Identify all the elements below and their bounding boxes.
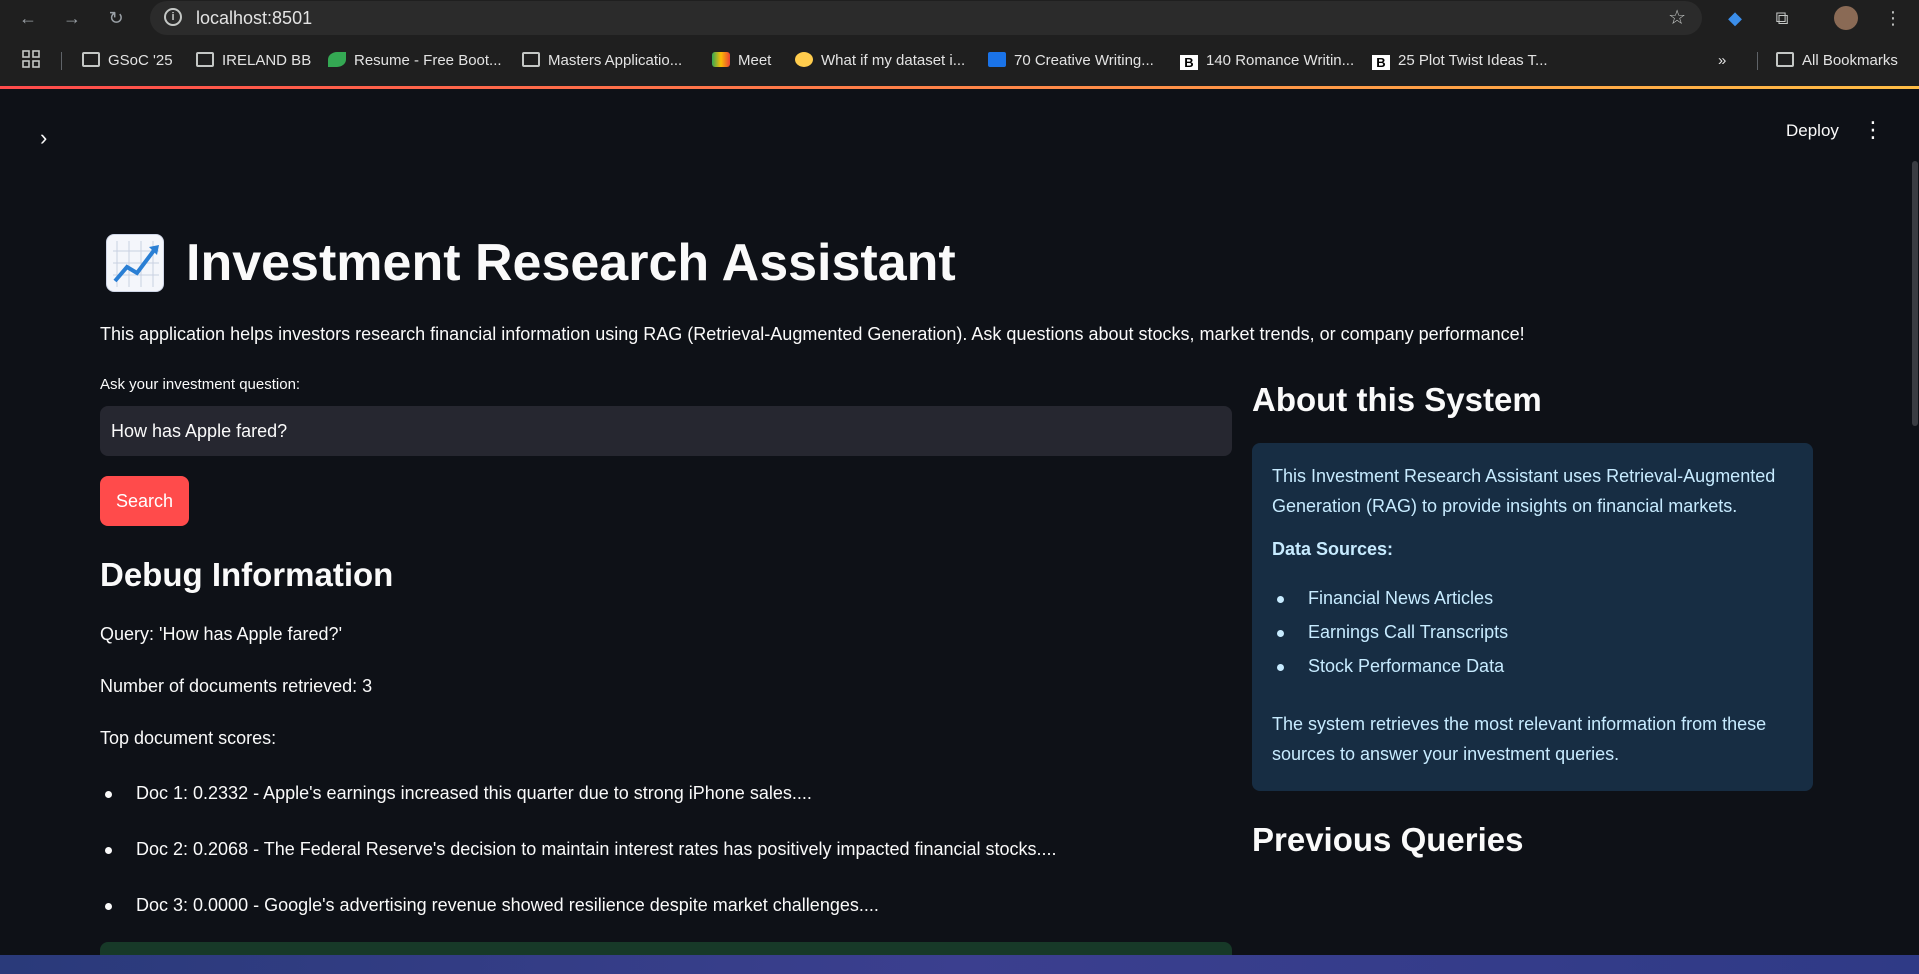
chart-increasing-icon [106, 234, 164, 292]
bookmark-plot-twist[interactable]: B 25 Plot Twist Ideas T... [1372, 50, 1548, 72]
bookmark-meet[interactable]: Meet [712, 50, 771, 72]
sources-label: Data Sources: [1272, 539, 1394, 559]
bookmarks-bar: GSoC '25 IRELAND BB Resume - Free Boot..… [0, 36, 1919, 86]
bookmarks-separator [1757, 52, 1758, 70]
bookmark-creative-writing[interactable]: 70 Creative Writing... [988, 50, 1154, 72]
apps-grid-icon[interactable] [22, 50, 40, 72]
folder-icon [522, 52, 540, 67]
app-main: › Deploy ⋮ Investment Research Assistant… [0, 89, 1919, 972]
page-title: Investment Research Assistant [106, 233, 956, 293]
bookmark-resume[interactable]: Resume - Free Boot... [328, 50, 502, 72]
question-label: Ask your investment question: [100, 376, 301, 393]
about-text: This Investment Research Assistant uses … [1272, 466, 1776, 516]
bookmark-ireland[interactable]: IRELAND BB [196, 50, 311, 72]
leaf-icon [328, 52, 346, 67]
list-item: Earnings Call Transcripts [1277, 622, 1508, 643]
debug-scores-label: Top document scores: [100, 728, 277, 748]
folder-icon [82, 52, 100, 67]
page-title-text: Investment Research Assistant [186, 234, 956, 292]
extensions-puzzle-icon[interactable]: ⧉ [1768, 4, 1796, 32]
b-icon: B [1180, 55, 1198, 70]
bookmark-star-icon[interactable]: ☆ [1668, 5, 1686, 30]
hugging-face-icon [795, 52, 813, 67]
browser-menu-icon[interactable]: ⋮ [1879, 4, 1907, 32]
site-info-icon[interactable]: i [164, 8, 182, 26]
debug-heading: Debug Information [100, 556, 394, 593]
all-bookmarks[interactable]: All Bookmarks [1776, 50, 1898, 72]
list-item: Financial News Articles [1277, 588, 1493, 609]
scrollbar[interactable] [1912, 161, 1918, 426]
meet-icon [712, 52, 730, 67]
list-item: Doc 3: 0.0000 - Google's advertising rev… [105, 895, 879, 916]
closing-text: The system retrieves the most relevant i… [1272, 714, 1767, 764]
bookmark-masters[interactable]: Masters Applicatio... [522, 50, 682, 72]
debug-query: Query: 'How has Apple fared?' [100, 624, 343, 644]
search-button[interactable]: Search [100, 476, 189, 526]
folder-icon [196, 52, 214, 67]
forward-arrow-icon[interactable]: → [58, 4, 86, 32]
browser-toolbar: ← → ↻ i localhost:8501 ☆ ◆ ⧉ ⋮ [0, 0, 1919, 36]
back-arrow-icon[interactable]: ← [14, 4, 42, 32]
tck-icon [988, 52, 1006, 67]
expand-sidebar-chevron-icon[interactable]: › [40, 125, 47, 151]
about-heading: About this System [1252, 381, 1542, 418]
list-item: Doc 1: 0.2332 - Apple's earnings increas… [105, 783, 812, 804]
address-url[interactable]: localhost:8501 [196, 8, 312, 29]
b-icon: B [1372, 55, 1390, 70]
reload-icon[interactable]: ↻ [102, 4, 130, 32]
list-item: Stock Performance Data [1277, 656, 1504, 677]
extension-gem-icon[interactable]: ◆ [1721, 4, 1749, 32]
bookmarks-overflow-icon[interactable]: » [1718, 50, 1726, 72]
bookmark-gsoc[interactable]: GSoC '25 [82, 50, 173, 72]
list-item: Doc 2: 0.2068 - The Federal Reserve's de… [105, 839, 1057, 860]
folder-icon [1776, 52, 1794, 67]
address-bar[interactable]: i localhost:8501 ☆ [150, 1, 1702, 35]
intro-text: This application helps investors researc… [100, 324, 1525, 344]
previous-queries-heading: Previous Queries [1252, 821, 1524, 858]
question-input[interactable] [100, 406, 1232, 456]
deploy-button[interactable]: Deploy [1786, 121, 1839, 141]
bookmarks-separator [61, 52, 62, 70]
profile-avatar[interactable] [1834, 6, 1858, 30]
main-menu-icon[interactable]: ⋮ [1862, 117, 1884, 143]
bookmark-romance[interactable]: B 140 Romance Writin... [1180, 50, 1354, 72]
os-taskbar [0, 955, 1919, 974]
about-info-box: This Investment Research Assistant uses … [1252, 443, 1813, 791]
debug-num-docs: Number of documents retrieved: 3 [100, 676, 373, 696]
bookmark-dataset[interactable]: What if my dataset i... [795, 50, 965, 72]
